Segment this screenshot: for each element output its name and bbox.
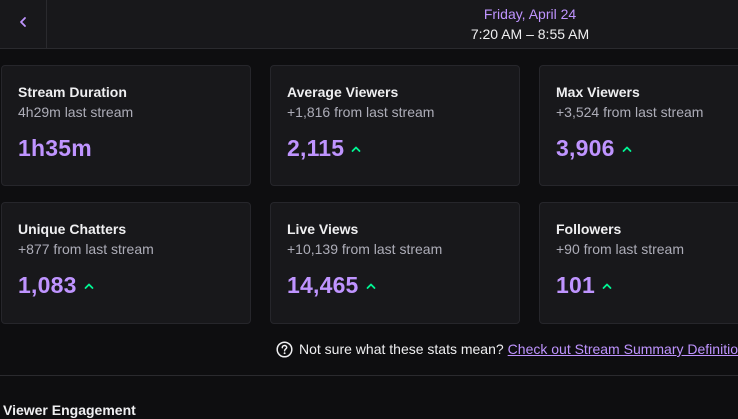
stat-card-max-viewers: Max Viewers +3,524 from last stream 3,90… bbox=[539, 65, 738, 186]
stream-summary-definitions-link[interactable]: Check out Stream Summary Definitions bbox=[508, 340, 738, 358]
top-bar: Friday, April 24 7:20 AM – 8:55 AM bbox=[0, 0, 738, 49]
stat-title: Stream Duration bbox=[18, 84, 127, 100]
stat-title: Unique Chatters bbox=[18, 221, 127, 237]
stat-title: Max Viewers bbox=[556, 84, 640, 100]
stats-help-line: Not sure what these stats mean? Check ou… bbox=[276, 340, 738, 358]
trend-up-icon bbox=[602, 282, 612, 290]
stat-card-live-views: Live Views +10,139 from last stream 14,4… bbox=[270, 202, 520, 324]
stream-date: Friday, April 24 bbox=[483, 6, 577, 22]
stat-card-unique-chatters: Unique Chatters +877 from last stream 1,… bbox=[1, 202, 251, 324]
stat-value: 1h35m bbox=[18, 135, 92, 161]
stat-change: +10,139 from last stream bbox=[287, 241, 443, 257]
stream-date-range: Friday, April 24 7:20 AM – 8:55 AM bbox=[400, 4, 660, 44]
trend-up-icon bbox=[622, 145, 632, 153]
trend-up-icon bbox=[351, 145, 361, 153]
stat-change: +3,524 from last stream bbox=[556, 104, 704, 120]
back-button[interactable] bbox=[0, 0, 47, 48]
viewer-engagement-heading: Viewer Engagement bbox=[3, 402, 136, 418]
stat-change: +877 from last stream bbox=[18, 241, 154, 257]
trend-up-icon bbox=[84, 282, 94, 290]
stat-change: 4h29m last stream bbox=[18, 104, 134, 120]
stat-value: 101 bbox=[556, 272, 595, 298]
help-text: Not sure what these stats mean? bbox=[299, 341, 504, 357]
stat-value: 3,906 bbox=[556, 135, 615, 161]
stat-value: 2,115 bbox=[287, 135, 345, 161]
stat-card-followers: Followers +90 from last stream 101 bbox=[539, 202, 738, 324]
stat-title: Average Viewers bbox=[287, 84, 399, 100]
stat-value: 14,465 bbox=[287, 272, 359, 298]
stream-time-range: 7:20 AM – 8:55 AM bbox=[470, 26, 590, 42]
stat-title: Live Views bbox=[287, 221, 359, 237]
chevron-left-icon bbox=[18, 15, 28, 33]
stat-title: Followers bbox=[556, 221, 622, 237]
stat-value: 1,083 bbox=[18, 272, 77, 298]
stat-card-average-viewers: Average Viewers +1,816 from last stream … bbox=[270, 65, 520, 186]
stat-change: +90 from last stream bbox=[556, 241, 684, 257]
stat-card-stream-duration: Stream Duration 4h29m last stream 1h35m bbox=[1, 65, 251, 186]
trend-up-icon bbox=[366, 282, 376, 290]
question-circle-icon bbox=[276, 340, 293, 358]
stat-change: +1,816 from last stream bbox=[287, 104, 435, 120]
section-divider bbox=[0, 375, 738, 376]
